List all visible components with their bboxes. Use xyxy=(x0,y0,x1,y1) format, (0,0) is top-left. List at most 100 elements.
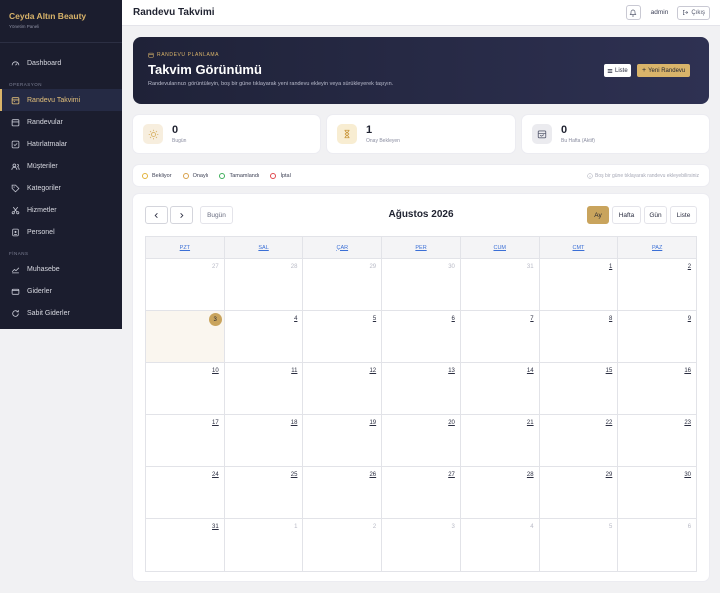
day-cell[interactable]: 27 xyxy=(146,259,225,310)
day-cell[interactable]: 1 xyxy=(540,259,619,310)
view-liste-button[interactable]: Liste xyxy=(670,206,697,224)
day-cell[interactable]: 15 xyxy=(540,363,619,414)
day-number[interactable]: 8 xyxy=(609,316,612,322)
sidebar-item-hat-rlatmalar[interactable]: Hatırlatmalar xyxy=(0,133,122,155)
day-cell[interactable]: 13 xyxy=(382,363,461,414)
weekday-label[interactable]: PAZ xyxy=(618,237,696,258)
day-cell[interactable]: 21 xyxy=(461,415,540,466)
day-number[interactable]: 23 xyxy=(684,420,691,426)
day-cell[interactable]: 12 xyxy=(303,363,383,414)
weekday-label[interactable]: SAL xyxy=(225,237,304,258)
day-number[interactable]: 28 xyxy=(527,472,534,478)
day-cell[interactable]: 29 xyxy=(540,467,619,518)
day-number[interactable]: 31 xyxy=(212,524,219,530)
day-number[interactable]: 9 xyxy=(688,316,691,322)
sidebar-item-hizmetler[interactable]: Hizmetler xyxy=(0,199,122,221)
sidebar-item-dashboard[interactable]: Dashboard xyxy=(0,52,122,74)
day-cell[interactable]: 8 xyxy=(540,311,619,362)
day-cell[interactable]: 2 xyxy=(618,259,696,310)
day-cell[interactable]: 11 xyxy=(225,363,304,414)
day-cell[interactable]: 30 xyxy=(382,259,461,310)
day-number[interactable]: 25 xyxy=(291,472,298,478)
day-number[interactable]: 14 xyxy=(527,368,534,374)
day-cell[interactable]: 17 xyxy=(146,415,225,466)
weekday-label[interactable]: CMT xyxy=(540,237,619,258)
new-appointment-button[interactable]: + Yeni Randevu xyxy=(637,64,691,77)
day-number[interactable]: 28 xyxy=(291,264,298,270)
weekday-label[interactable]: CUM xyxy=(461,237,540,258)
day-number[interactable]: 29 xyxy=(606,472,613,478)
sidebar-item-sabit-giderler[interactable]: Sabit Giderler xyxy=(0,302,122,324)
sidebar-item-m-teriler[interactable]: Müşteriler xyxy=(0,155,122,177)
day-cell[interactable]: 29 xyxy=(303,259,383,310)
day-number[interactable]: 6 xyxy=(452,316,455,322)
day-cell[interactable]: 6 xyxy=(618,519,696,571)
day-number[interactable]: 12 xyxy=(369,368,376,374)
day-number[interactable]: 27 xyxy=(448,472,455,478)
day-cell[interactable]: 28 xyxy=(225,259,304,310)
sidebar-item-kategoriler[interactable]: Kategoriler xyxy=(0,177,122,199)
day-cell[interactable]: 5 xyxy=(303,311,383,362)
day-cell[interactable]: 5 xyxy=(540,519,619,571)
day-cell[interactable]: 27 xyxy=(382,467,461,518)
day-cell[interactable]: 26 xyxy=(303,467,383,518)
day-number[interactable]: 15 xyxy=(606,368,613,374)
day-number[interactable]: 29 xyxy=(369,264,376,270)
day-cell[interactable]: 31 xyxy=(461,259,540,310)
day-cell[interactable]: 18 xyxy=(225,415,304,466)
day-number[interactable]: 24 xyxy=(212,472,219,478)
notifications-button[interactable] xyxy=(625,5,641,20)
day-number[interactable]: 1 xyxy=(609,264,612,270)
day-number[interactable]: 30 xyxy=(684,472,691,478)
day-cell[interactable]: 20 xyxy=(382,415,461,466)
day-cell[interactable]: 22 xyxy=(540,415,619,466)
day-number[interactable]: 13 xyxy=(448,368,455,374)
view-hafta-button[interactable]: Hafta xyxy=(612,206,641,224)
day-number[interactable]: 11 xyxy=(291,368,297,374)
day-number[interactable]: 26 xyxy=(369,472,376,478)
day-number[interactable]: 4 xyxy=(294,316,297,322)
day-cell[interactable]: 2 xyxy=(303,519,383,571)
sidebar-item-randevu-takvimi[interactable]: Randevu Takvimi xyxy=(0,89,122,111)
day-cell[interactable]: 24 xyxy=(146,467,225,518)
day-cell[interactable]: 28 xyxy=(461,467,540,518)
day-number[interactable]: 3 xyxy=(452,524,455,530)
logout-button[interactable]: Çıkış xyxy=(677,5,710,20)
day-number[interactable]: 3 xyxy=(208,313,222,326)
day-cell[interactable]: 10 xyxy=(146,363,225,414)
day-cell[interactable]: 31 xyxy=(146,519,225,571)
day-number[interactable]: 17 xyxy=(212,420,219,426)
user-name[interactable]: admin xyxy=(651,9,669,16)
day-number[interactable]: 31 xyxy=(527,264,534,270)
day-cell[interactable]: 9 xyxy=(618,311,696,362)
day-cell[interactable]: 3 xyxy=(382,519,461,571)
view-g-n-button[interactable]: Gün xyxy=(644,206,667,224)
day-number[interactable]: 18 xyxy=(291,420,298,426)
view-ay-button[interactable]: Ay xyxy=(587,206,609,224)
sidebar-item-giderler[interactable]: Giderler xyxy=(0,280,122,302)
day-number[interactable]: 30 xyxy=(448,264,455,270)
day-number[interactable]: 22 xyxy=(606,420,613,426)
day-number[interactable]: 7 xyxy=(530,316,533,322)
day-cell[interactable]: 14 xyxy=(461,363,540,414)
weekday-label[interactable]: PZT xyxy=(146,237,225,258)
day-number[interactable]: 5 xyxy=(609,524,612,530)
day-number[interactable]: 2 xyxy=(688,264,691,270)
day-number[interactable]: 21 xyxy=(527,420,534,426)
day-number[interactable]: 5 xyxy=(373,316,376,322)
day-number[interactable]: 2 xyxy=(373,524,376,530)
list-view-button[interactable]: Liste xyxy=(604,64,631,77)
sidebar-item-randevular[interactable]: Randevular xyxy=(0,111,122,133)
day-cell[interactable]: 30 xyxy=(618,467,696,518)
day-cell[interactable]: 1 xyxy=(225,519,304,571)
day-cell-today[interactable]: 3 xyxy=(146,311,225,362)
day-cell[interactable]: 6 xyxy=(382,311,461,362)
day-cell[interactable]: 16 xyxy=(618,363,696,414)
day-cell[interactable]: 19 xyxy=(303,415,383,466)
day-cell[interactable]: 23 xyxy=(618,415,696,466)
day-cell[interactable]: 7 xyxy=(461,311,540,362)
day-number[interactable]: 20 xyxy=(448,420,455,426)
sidebar-item-muhasebe[interactable]: Muhasebe xyxy=(0,258,122,280)
day-number[interactable]: 4 xyxy=(530,524,533,530)
day-cell[interactable]: 4 xyxy=(225,311,304,362)
